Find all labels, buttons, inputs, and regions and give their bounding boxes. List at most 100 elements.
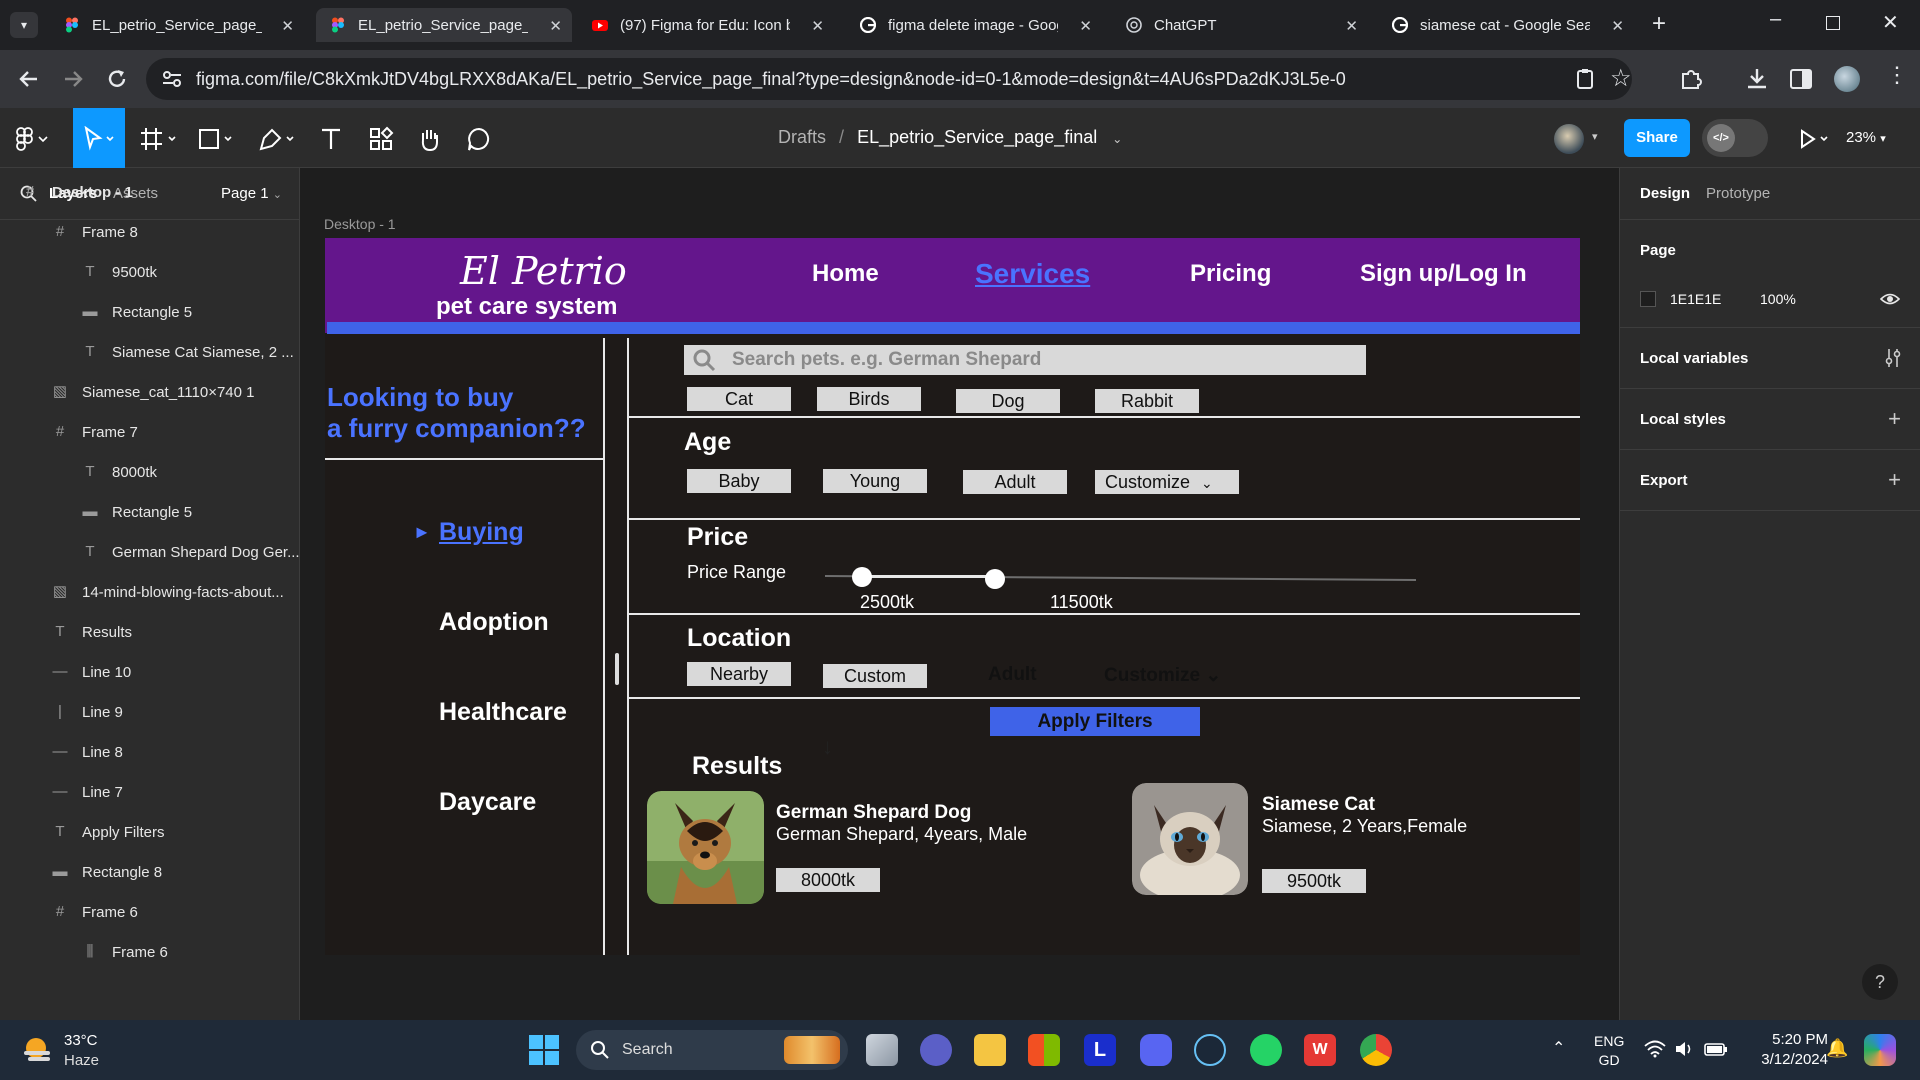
page-color-value[interactable]: 1E1E1E [1670,291,1721,307]
pen-tool-icon[interactable] [258,126,298,152]
download-icon[interactable] [1744,66,1770,92]
collaborator-avatar[interactable] [1554,124,1584,154]
reload-icon[interactable] [104,66,130,92]
price-slider[interactable] [825,567,1416,589]
add-style-icon[interactable]: + [1888,406,1901,432]
close-tab-icon[interactable]: ✕ [1345,17,1358,35]
local-variables-section[interactable]: Local variables [1620,328,1920,389]
browser-tab[interactable]: ChatGPT ✕ [1112,8,1368,42]
price-max-thumb[interactable] [984,569,1005,589]
layer-row[interactable]: # Frame 6 [52,892,138,932]
extensions-puzzle-icon[interactable] [1678,66,1704,92]
siamese-cat-photo[interactable] [1132,783,1248,895]
sidebar-item-adoption[interactable]: Adoption [439,608,549,637]
hand-tool-icon[interactable] [416,126,442,152]
present-play-icon[interactable] [1797,126,1831,152]
file-explorer-icon[interactable] [974,1034,1006,1066]
layer-row[interactable]: T Apply Filters [52,812,164,852]
age-chip-baby[interactable]: Baby [687,469,791,493]
rectangle-tool-icon[interactable] [198,126,238,152]
filter-chip-birds[interactable]: Birds [817,387,921,411]
microsoft-store-icon[interactable] [1028,1034,1060,1066]
chevron-down-icon[interactable]: ▾ [1592,130,1598,143]
variables-adjust-icon[interactable] [1884,348,1902,368]
clock[interactable]: 5:20 PM 3/12/2024 [1744,1030,1828,1070]
age-chip-adult[interactable]: Adult [963,470,1067,494]
move-tool-button[interactable] [73,108,125,168]
browser-tab[interactable]: (97) Figma for Edu: Icon ba ✕ [578,8,834,42]
dev-mode-toggle[interactable]: </> [1702,119,1768,157]
browser-tab[interactable]: EL_petrio_Service_page_fin ✕ [50,8,304,42]
page-opacity-value[interactable]: 100% [1760,291,1796,307]
drafts-link[interactable]: Drafts [778,127,826,147]
restore-window-icon[interactable] [1826,16,1840,30]
german-shepard-photo[interactable] [647,791,764,904]
weather-sun-icon[interactable] [20,1034,54,1066]
chevron-down-icon[interactable]: ⌄ [1112,132,1122,146]
pet-search-input[interactable]: Search pets. e.g. German Shepard [684,345,1366,375]
copilot-icon[interactable] [1864,1034,1896,1066]
scroll-handle[interactable] [615,653,619,685]
price-min-thumb[interactable] [851,567,872,587]
l-app-icon[interactable]: L [1084,1034,1116,1066]
page-color-swatch[interactable] [1640,291,1656,307]
chrome-icon[interactable] [1360,1034,1392,1066]
layer-row[interactable]: ▬ Rectangle 8 [52,852,163,892]
omnibox[interactable]: figma.com/file/C8kXmkJtDV4bgLRXX8dAKa/EL… [146,58,1632,100]
close-window-icon[interactable]: ✕ [1882,10,1899,35]
desktop-frame[interactable]: El Petrio pet care system Home Services … [325,238,1580,955]
layer-row[interactable]: — Line 7 [52,772,123,812]
frame-name-label[interactable]: Desktop - 1 [324,216,396,232]
wps-office-icon[interactable]: W [1304,1034,1336,1066]
layer-row[interactable]: — Line 8 [52,732,123,772]
export-section[interactable]: Export + [1620,450,1920,511]
nav-home-link[interactable]: Home [812,260,879,288]
minimize-window-icon[interactable]: – [1770,8,1781,31]
layer-row[interactable]: T 8000tk [82,452,157,492]
resources-tool-icon[interactable] [368,126,394,152]
layer-row[interactable]: T Siamese Cat Siamese, 2 ... [82,332,293,372]
back-arrow-icon[interactable] [16,66,42,92]
layer-row[interactable]: — Line 10 [52,652,132,692]
layer-row[interactable]: T 9500tk [82,252,157,292]
whatsapp-icon[interactable] [1250,1034,1282,1066]
site-info-icon[interactable] [162,70,182,88]
close-tab-icon[interactable]: ✕ [1611,17,1624,35]
taskbar-search-box[interactable]: Search [576,1030,848,1070]
discord-icon[interactable] [1140,1034,1172,1066]
comment-tool-icon[interactable] [466,126,492,152]
profile-avatar[interactable] [1834,66,1860,92]
age-chip-young[interactable]: Young [823,469,927,493]
figma-main-menu-icon[interactable] [14,126,50,152]
language-indicator[interactable]: ENG GD [1594,1032,1624,1070]
layer-row[interactable]: ▧ 14-mind-blowing-facts-about... [52,572,284,612]
filter-chip-cat[interactable]: Cat [687,387,791,411]
chevron-up-icon[interactable]: ⌃ [1552,1038,1565,1058]
weather-temp[interactable]: 33°C [64,1032,98,1049]
file-name[interactable]: EL_petrio_Service_page_final [857,127,1097,147]
location-chip-nearby[interactable]: Nearby [687,662,791,686]
help-button[interactable]: ? [1862,964,1898,1000]
close-tab-icon[interactable]: ✕ [549,17,562,35]
tab-search-button[interactable]: ▾ [10,12,38,38]
layer-row[interactable]: # Frame 8 [52,212,138,252]
forward-arrow-icon[interactable] [60,66,86,92]
browser-tab[interactable]: siamese cat - Google Searc ✕ [1378,8,1634,42]
prototype-tab[interactable]: Prototype [1706,185,1770,202]
browser-menu-icon[interactable]: ⋮ [1886,64,1908,86]
frame-tool-icon[interactable] [140,126,180,152]
filter-chip-dog[interactable]: Dog [956,389,1060,413]
layer-row[interactable]: | Line 9 [52,692,123,732]
age-customize-dropdown[interactable]: Customize ⌄ [1095,470,1239,494]
clipboard-icon[interactable] [1574,68,1596,90]
result-card[interactable]: German Shepard Dog German Shepard, 4year… [647,791,1117,911]
text-tool-icon[interactable] [318,126,344,152]
browser-tab[interactable]: figma delete image - Goog ✕ [846,8,1102,42]
layer-row[interactable]: ⫼ Frame 6 [82,932,168,972]
apply-filters-button[interactable]: Apply Filters [990,707,1200,736]
browser-tab-active[interactable]: EL_petrio_Service_page_fin ✕ [316,8,572,42]
side-panel-icon[interactable] [1788,66,1814,92]
page-selector[interactable]: Page 1 ⌄ [221,185,282,202]
windows-start-icon[interactable] [528,1034,560,1066]
close-tab-icon[interactable]: ✕ [1079,17,1092,35]
